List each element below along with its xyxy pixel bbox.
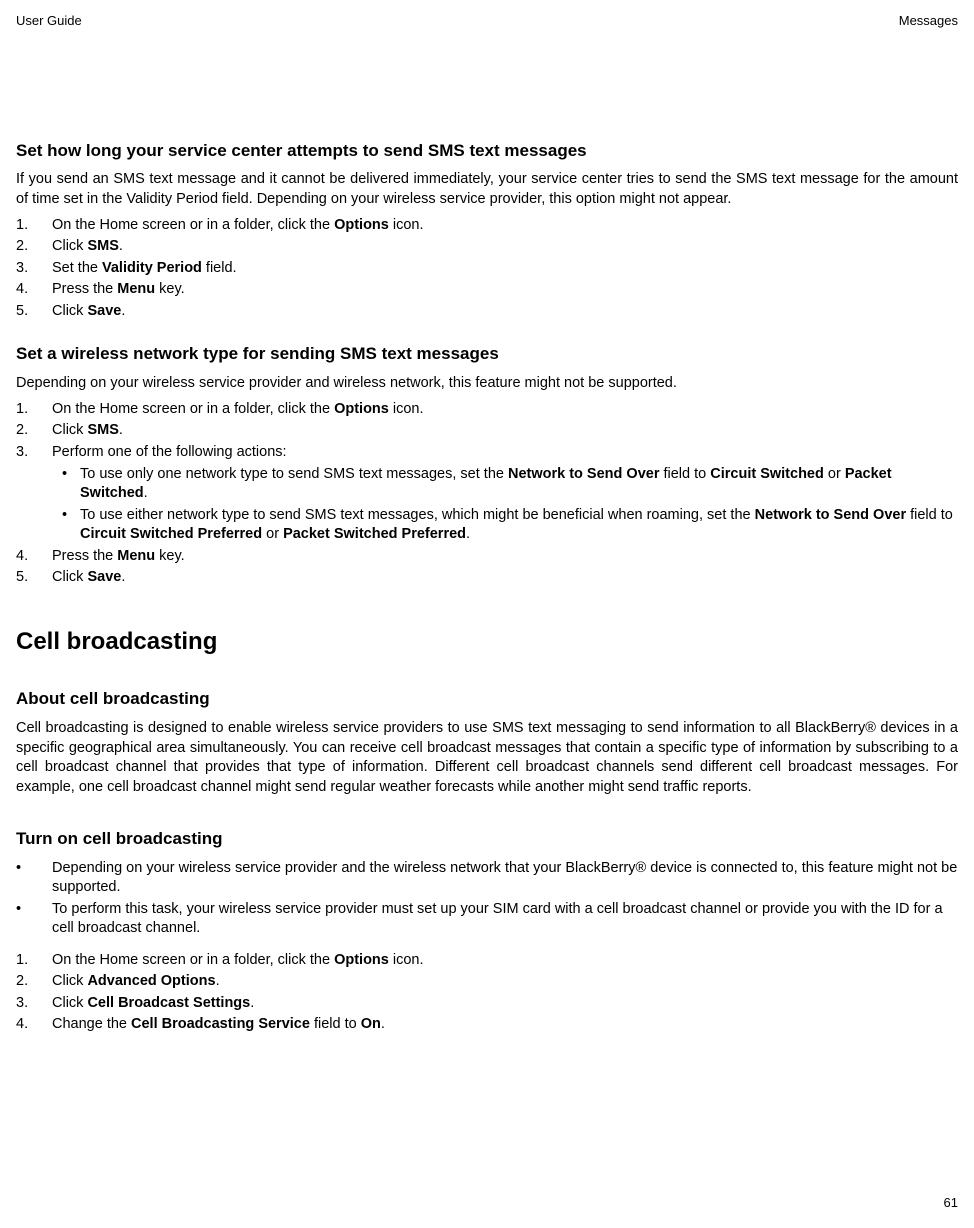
header-left: User Guide [16, 12, 82, 30]
bullet-item: To use either network type to send SMS t… [52, 506, 958, 545]
header-right: Messages [899, 12, 958, 30]
step-item: Click Cell Broadcast Settings. [16, 994, 958, 1014]
step-item: Click Save. [16, 568, 958, 588]
page-header: User Guide Messages [16, 12, 958, 30]
step-item: Press the Menu key. [16, 280, 958, 300]
steps-list: On the Home screen or in a folder, click… [16, 951, 958, 1035]
step-item: Perform one of the following actions: To… [16, 443, 958, 545]
section-intro: Depending on your wireless service provi… [16, 374, 958, 394]
section-heading-network-type: Set a wireless network type for sending … [16, 343, 958, 366]
step-item: On the Home screen or in a folder, click… [16, 216, 958, 236]
step-item: Change the Cell Broadcasting Service fie… [16, 1015, 958, 1035]
note-item: To perform this task, your wireless serv… [16, 900, 958, 939]
step-item: Set the Validity Period field. [16, 259, 958, 279]
note-item: Depending on your wireless service provi… [16, 859, 958, 898]
step-item: Click Save. [16, 302, 958, 322]
step-item: Press the Menu key. [16, 547, 958, 567]
step-item: On the Home screen or in a folder, click… [16, 400, 958, 420]
paragraph: Cell broadcasting is designed to enable … [16, 719, 958, 797]
heading-cell-broadcasting: Cell broadcasting [16, 626, 958, 658]
notes-list: Depending on your wireless service provi… [16, 859, 958, 939]
page-number: 61 [944, 1194, 958, 1212]
steps-list: On the Home screen or in a folder, click… [16, 400, 958, 588]
step-item: Click SMS. [16, 421, 958, 441]
section-heading-validity: Set how long your service center attempt… [16, 140, 958, 163]
step-item: Click SMS. [16, 237, 958, 257]
steps-list: On the Home screen or in a folder, click… [16, 216, 958, 322]
sub-bullets: To use only one network type to send SMS… [52, 465, 958, 545]
subheading-turn-on: Turn on cell broadcasting [16, 828, 958, 851]
bullet-item: To use only one network type to send SMS… [52, 465, 958, 504]
subheading-about: About cell broadcasting [16, 688, 958, 711]
section-intro: If you send an SMS text message and it c… [16, 170, 958, 209]
step-item: On the Home screen or in a folder, click… [16, 951, 958, 971]
step-item: Click Advanced Options. [16, 972, 958, 992]
